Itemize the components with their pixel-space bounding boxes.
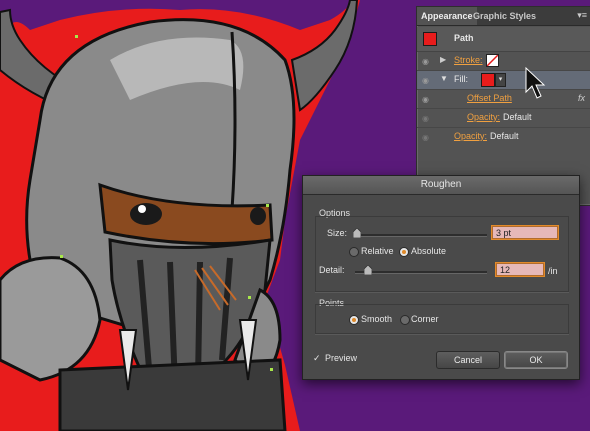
collapse-triangle-icon[interactable]: ▼ — [440, 74, 448, 83]
fill-opacity-link[interactable]: Opacity: — [467, 112, 500, 122]
dialog-title: Roughen — [303, 176, 579, 195]
visibility-eye-icon[interactable]: ◉ — [422, 77, 433, 85]
object-row: Path — [417, 27, 590, 52]
eye-glint-left — [138, 205, 146, 213]
cancel-button[interactable]: Cancel — [436, 351, 500, 369]
absolute-label[interactable]: Absolute — [411, 246, 446, 256]
detail-label: Detail: — [319, 265, 345, 275]
size-input[interactable]: 3 pt — [492, 226, 558, 239]
preview-label[interactable]: Preview — [325, 353, 357, 363]
mouse-cursor-icon — [525, 66, 546, 99]
stroke-row[interactable]: ◉ ▶ Stroke: — [417, 52, 590, 70]
visibility-eye-icon[interactable]: ◉ — [422, 115, 433, 123]
relative-label[interactable]: Relative — [361, 246, 394, 256]
panel-tabs: Appearance Graphic Styles ▾≡ — [417, 7, 590, 26]
stroke-label[interactable]: Stroke: — [454, 55, 483, 65]
corner-radio[interactable] — [400, 315, 410, 325]
offset-path-row[interactable]: ◉ Offset Path fx — [417, 90, 590, 108]
roughen-dialog: Roughen Options Size: 3 pt Relative Abso… — [302, 175, 580, 380]
knight-eye-right — [250, 207, 266, 225]
visibility-eye-icon[interactable]: ◉ — [422, 134, 433, 142]
relative-radio[interactable] — [349, 247, 359, 257]
size-slider-track[interactable] — [355, 234, 487, 237]
ok-button[interactable]: OK — [504, 351, 568, 369]
absolute-radio[interactable] — [399, 247, 409, 257]
fill-dropdown-icon[interactable]: ▾ — [495, 73, 506, 87]
stroke-none-swatch[interactable] — [486, 54, 499, 67]
panel-menu-icon[interactable]: ▾≡ — [577, 10, 587, 21]
fill-opacity-row[interactable]: ◉ Opacity: Default — [417, 109, 590, 127]
size-label: Size: — [327, 228, 348, 238]
offset-path-effect-link[interactable]: Offset Path — [467, 93, 512, 103]
detail-unit: /in — [548, 266, 558, 276]
knight-eye-left — [130, 203, 162, 225]
object-type-label: Path — [454, 33, 474, 43]
tab-graphic-styles[interactable]: Graphic Styles — [469, 7, 540, 25]
size-slider-thumb[interactable] — [353, 228, 361, 238]
visibility-eye-icon[interactable]: ◉ — [422, 96, 433, 104]
object-thumbnail — [423, 32, 437, 46]
smooth-radio[interactable] — [349, 315, 359, 325]
body-lower — [58, 358, 287, 431]
fill-opacity-value: Default — [503, 112, 532, 122]
detail-slider-track[interactable] — [355, 271, 487, 274]
detail-slider-thumb[interactable] — [364, 265, 372, 275]
opacity-link[interactable]: Opacity: — [454, 131, 487, 141]
preview-checkbox[interactable]: ✓ — [313, 354, 322, 363]
detail-input[interactable]: 12 — [496, 263, 544, 276]
fill-label: Fill: — [454, 74, 468, 84]
smooth-label[interactable]: Smooth — [361, 314, 392, 324]
expand-triangle-icon[interactable]: ▶ — [440, 55, 446, 64]
opacity-value: Default — [490, 131, 519, 141]
fx-icon[interactable]: fx — [578, 93, 585, 103]
corner-label[interactable]: Corner — [411, 314, 439, 324]
horn-right — [290, 0, 359, 112]
visibility-eye-icon[interactable]: ◉ — [422, 58, 433, 66]
tab-appearance[interactable]: Appearance — [417, 7, 477, 25]
fill-swatch[interactable] — [481, 73, 495, 87]
opacity-row[interactable]: ◉ Opacity: Default — [417, 128, 590, 146]
fill-row[interactable]: ◉ ▼ Fill: ▾ — [417, 71, 590, 89]
